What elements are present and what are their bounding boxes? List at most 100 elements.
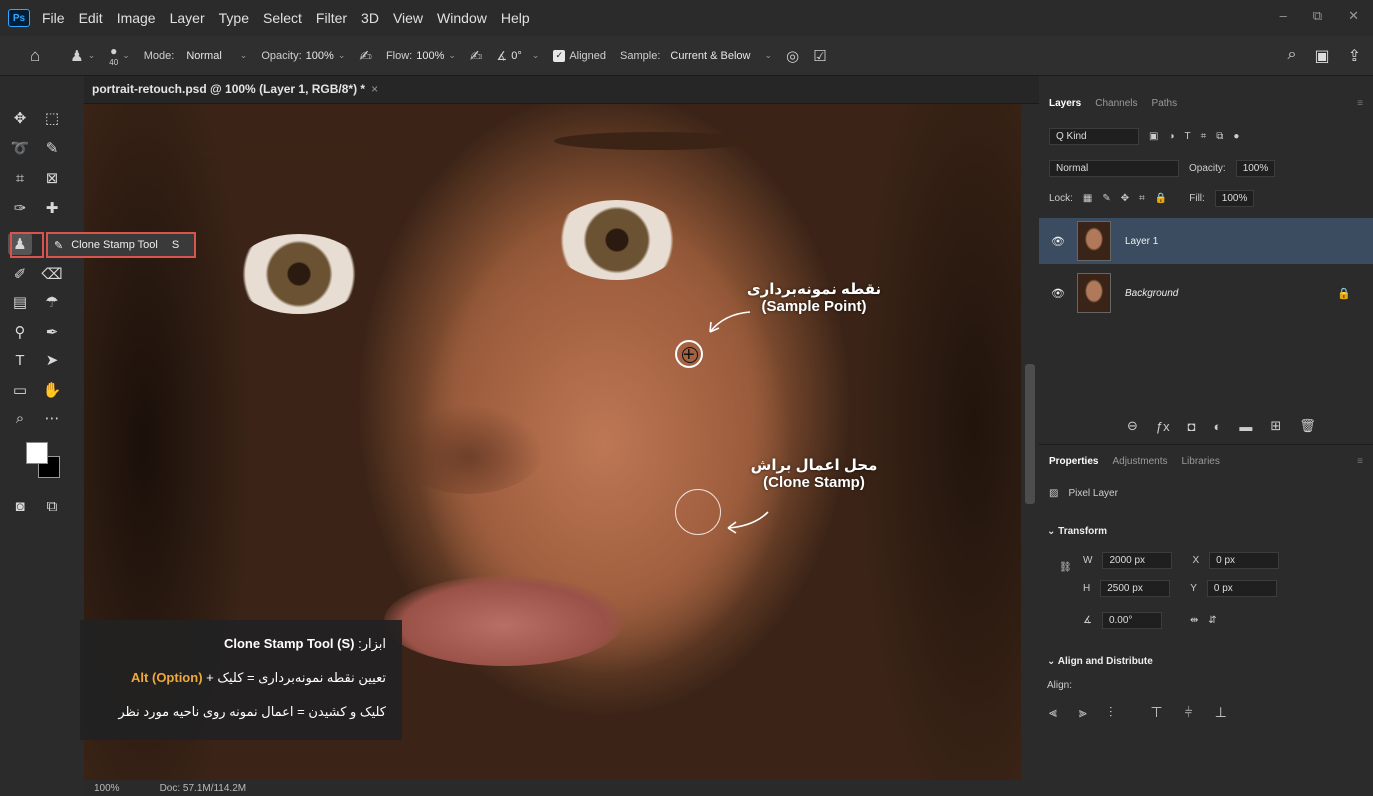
search-icon[interactable]: ⌕	[1288, 46, 1297, 66]
align-vcenter-icon[interactable]: ⫩	[1185, 704, 1193, 721]
brush-size-picker[interactable]: ● 40	[109, 44, 118, 67]
menu-window[interactable]: Window	[437, 10, 487, 26]
filter-shape-icon[interactable]: ⌗	[1201, 131, 1207, 142]
dodge-tool-icon[interactable]: ⚲	[8, 321, 32, 343]
zoom-tool-icon[interactable]: ⌕	[8, 407, 32, 429]
lock-artboard-icon[interactable]: ⌗	[1139, 193, 1145, 204]
healing-brush-tool-icon[interactable]: ✚	[40, 197, 64, 219]
frame-tool-icon[interactable]: ⊠	[40, 167, 64, 189]
tab-layers[interactable]: Layers	[1049, 98, 1081, 109]
align-left-icon[interactable]: ⫷	[1049, 704, 1057, 721]
screen-mode-icon[interactable]: ⧉	[40, 495, 64, 517]
history-brush-tool-icon[interactable]: ✐	[8, 263, 32, 285]
eraser-tool-icon[interactable]: ⌫	[40, 263, 64, 285]
rectangle-tool-icon[interactable]: ▭	[8, 379, 32, 401]
filter-toggle-icon[interactable]: ●	[1233, 131, 1239, 142]
home-icon[interactable]: ⌂	[30, 46, 40, 66]
filter-adjustment-icon[interactable]: ◑	[1168, 131, 1174, 142]
panel-menu-icon[interactable]: ≡	[1357, 456, 1363, 467]
menu-select[interactable]: Select	[263, 10, 302, 26]
tab-paths[interactable]: Paths	[1152, 98, 1178, 109]
panel-menu-icon[interactable]: ≡	[1357, 98, 1363, 109]
height-field[interactable]: 2500 px	[1100, 580, 1171, 597]
align-top-icon[interactable]: ⊤	[1150, 704, 1162, 721]
tab-properties[interactable]: Properties	[1049, 456, 1098, 467]
filter-type-icon[interactable]: T	[1185, 131, 1191, 142]
maximize-icon[interactable]: ⧉	[1313, 8, 1322, 24]
eyedropper-tool-icon[interactable]: ✑	[8, 197, 32, 219]
lock-pixels-icon[interactable]: ✎	[1102, 193, 1110, 204]
quick-selection-tool-icon[interactable]: ✎	[40, 137, 64, 159]
aligned-checkbox[interactable]: ✓ Aligned	[553, 49, 606, 62]
path-selection-tool-icon[interactable]: ➤	[40, 349, 64, 371]
menu-layer[interactable]: Layer	[170, 10, 205, 26]
tab-libraries[interactable]: Libraries	[1182, 456, 1220, 467]
marquee-tool-icon[interactable]: ⬚	[40, 107, 64, 129]
delete-layer-icon[interactable]: 🗑	[1299, 418, 1316, 434]
gradient-tool-icon[interactable]: ▤	[8, 291, 32, 313]
menu-image[interactable]: Image	[117, 10, 156, 26]
move-tool-icon[interactable]: ✥	[8, 107, 32, 129]
scrollbar-thumb[interactable]	[1025, 364, 1035, 504]
align-bottom-icon[interactable]: ⊥	[1215, 704, 1227, 721]
crop-tool-icon[interactable]: ⌗	[8, 167, 32, 189]
pen-tool-icon[interactable]: ✒	[40, 321, 64, 343]
add-mask-icon[interactable]: ◘	[1188, 419, 1196, 434]
menu-file[interactable]: File	[42, 10, 65, 26]
menu-filter[interactable]: Filter	[316, 10, 347, 26]
filter-pixel-icon[interactable]: ▣	[1149, 131, 1158, 142]
visibility-eye-icon[interactable]: 👁	[1051, 287, 1067, 300]
menu-view[interactable]: View	[393, 10, 423, 26]
lock-position-icon[interactable]: ✥	[1121, 193, 1129, 204]
new-layer-icon[interactable]: ⊞	[1270, 418, 1281, 434]
lasso-tool-icon[interactable]: ➰	[8, 137, 32, 159]
close-icon[interactable]: ✕	[1348, 8, 1359, 24]
share-icon[interactable]: ⇪	[1348, 46, 1361, 66]
angle-field[interactable]: 0.00°	[1101, 612, 1162, 629]
flip-horizontal-icon[interactable]: ⇹	[1190, 615, 1198, 626]
blend-mode-select[interactable]: Normal	[1049, 160, 1179, 177]
y-field[interactable]: 0 px	[1206, 580, 1277, 597]
fx-icon[interactable]: ƒx	[1156, 419, 1170, 434]
pressure-opacity-icon[interactable]: ✍	[359, 47, 372, 65]
tool-preset-picker[interactable]: ♟ ⌄	[70, 47, 95, 65]
blur-tool-icon[interactable]: ☂	[40, 291, 64, 313]
layer-opacity-value[interactable]: 100%	[1235, 160, 1276, 177]
tab-channels[interactable]: Channels	[1095, 98, 1137, 109]
foreground-color[interactable]	[26, 442, 48, 464]
transform-section[interactable]: ⌄ Transform	[1047, 526, 1107, 537]
menu-edit[interactable]: Edit	[79, 10, 103, 26]
link-dimensions-icon[interactable]: ⛓	[1059, 562, 1072, 573]
align-right-icon[interactable]: ⫶	[1109, 704, 1113, 721]
doc-size[interactable]: Doc: 57.1M/114.2M	[160, 783, 247, 794]
layer-row[interactable]: 👁 Background 🔒	[1039, 270, 1373, 316]
canvas-vertical-scrollbar[interactable]	[1021, 104, 1039, 780]
menu-3d[interactable]: 3D	[361, 10, 379, 26]
tab-close-icon[interactable]: ×	[371, 82, 378, 96]
menu-type[interactable]: Type	[219, 10, 249, 26]
adjustment-layer-icon[interactable]: ◐	[1214, 419, 1222, 434]
airbrush-icon[interactable]: ✍	[470, 47, 483, 65]
zoom-level[interactable]: 100%	[94, 783, 120, 794]
flip-vertical-icon[interactable]: ⇵	[1208, 615, 1216, 626]
angle-control[interactable]: ∡ 0° ⌄	[496, 49, 539, 63]
layer-kind-filter[interactable]: Q Kind	[1049, 128, 1139, 145]
align-hcenter-icon[interactable]: ⫸	[1079, 704, 1087, 721]
align-section[interactable]: ⌄ Align and Distribute	[1047, 656, 1153, 667]
fill-value[interactable]: 100%	[1214, 190, 1255, 207]
new-group-icon[interactable]: ▬	[1239, 419, 1252, 434]
filter-smart-object-icon[interactable]: ⧉	[1216, 131, 1223, 142]
pressure-size-icon[interactable]: ☑	[813, 47, 826, 65]
link-layers-icon[interactable]: ⊖	[1127, 418, 1138, 434]
quick-mask-icon[interactable]: ◙	[8, 495, 32, 517]
document-tab[interactable]: portrait-retouch.psd @ 100% (Layer 1, RG…	[92, 82, 378, 96]
lock-all-icon[interactable]: 🔒	[1155, 193, 1167, 204]
layer-row[interactable]: 👁 Layer 1	[1039, 218, 1373, 264]
ignore-adjustment-layers-icon[interactable]: ◎	[786, 47, 799, 65]
mode-control[interactable]: Mode: Normal ⌄	[144, 50, 248, 62]
tab-adjustments[interactable]: Adjustments	[1112, 456, 1167, 467]
visibility-eye-icon[interactable]: 👁	[1051, 235, 1067, 248]
minimize-icon[interactable]: –	[1280, 8, 1287, 24]
sample-control[interactable]: Sample: Current & Below ⌄	[620, 50, 772, 62]
x-field[interactable]: 0 px	[1209, 552, 1280, 569]
